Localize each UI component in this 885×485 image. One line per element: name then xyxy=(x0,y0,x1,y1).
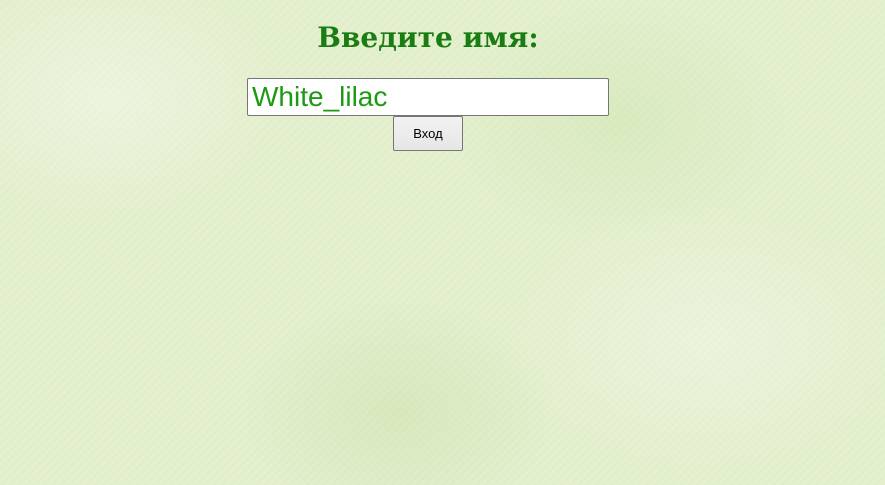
page-title: Введите имя: xyxy=(317,21,539,54)
enter-button[interactable]: Вход xyxy=(393,116,463,151)
name-input[interactable] xyxy=(247,78,609,116)
